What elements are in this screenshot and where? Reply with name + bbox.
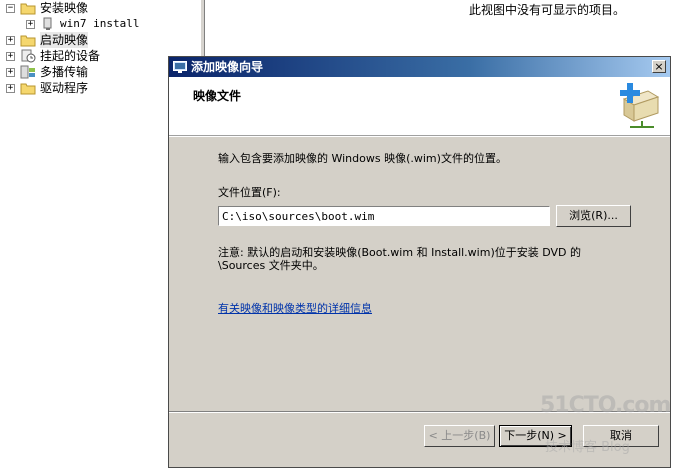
tree-item-win7-install[interactable]: + win7 install bbox=[26, 16, 139, 32]
image-group-icon bbox=[40, 17, 56, 31]
folder-icon bbox=[20, 1, 36, 15]
expand-icon[interactable]: + bbox=[26, 19, 35, 29]
title-bar[interactable]: 添加映像向导 × bbox=[169, 57, 670, 77]
instructions-text: 输入包含要添加映像的 Windows 映像(.wim)文件的位置。 bbox=[218, 152, 507, 165]
tree-item-label: win7 install bbox=[60, 17, 140, 30]
expand-icon[interactable]: + bbox=[6, 83, 15, 93]
tree-item-label: 驱动程序 bbox=[40, 81, 89, 95]
note-line-1: 注意: 默认的启动和安装映像(Boot.wim 和 Install.wim)位于… bbox=[218, 246, 582, 259]
site-watermark: 51CTO.com bbox=[540, 393, 671, 418]
note-text: 注意: 默认的启动和安装映像(Boot.wim 和 Install.wim)位于… bbox=[218, 246, 628, 272]
more-info-link[interactable]: 有关映像和映像类型的详细信息 bbox=[218, 300, 372, 316]
folder-icon bbox=[20, 81, 36, 95]
file-location-label: 文件位置(F): bbox=[218, 186, 281, 199]
page-title: 映像文件 bbox=[193, 89, 242, 103]
pending-devices-icon bbox=[20, 49, 36, 63]
collapse-icon[interactable]: − bbox=[6, 3, 15, 13]
tree-item-label: 安装映像 bbox=[40, 1, 89, 15]
tree-item-install-images[interactable]: − 安装映像 bbox=[6, 0, 88, 16]
expand-icon[interactable]: + bbox=[6, 67, 15, 77]
dialog-title: 添加映像向导 bbox=[191, 60, 264, 74]
wizard-app-icon bbox=[173, 60, 187, 73]
back-button[interactable]: < 上一步(B) bbox=[424, 425, 495, 447]
multicast-icon bbox=[20, 65, 36, 79]
expand-icon[interactable]: + bbox=[6, 35, 15, 45]
file-location-input[interactable] bbox=[218, 206, 550, 226]
tree-item-label: 多播传输 bbox=[40, 65, 89, 79]
wizard-header: 映像文件 bbox=[169, 77, 670, 136]
close-button[interactable]: × bbox=[652, 60, 666, 73]
site-watermark-subtitle: 技术博客 Blog bbox=[545, 440, 630, 455]
add-image-icon bbox=[614, 81, 660, 131]
expand-icon[interactable]: + bbox=[6, 51, 15, 61]
browse-button[interactable]: 浏览(R)... bbox=[556, 205, 631, 227]
tree-item-boot-images[interactable]: + 启动映像 bbox=[6, 32, 89, 48]
tree-item-multicast[interactable]: + 多播传输 bbox=[6, 64, 88, 80]
tree-item-drivers[interactable]: + 驱动程序 bbox=[6, 80, 88, 96]
note-line-2: \Sources 文件夹中。 bbox=[218, 259, 324, 272]
folder-icon bbox=[20, 33, 36, 47]
tree-item-label: 启动映像 bbox=[40, 32, 89, 48]
empty-list-message: 此视图中没有可显示的项目。 bbox=[469, 3, 626, 17]
header-divider bbox=[169, 136, 670, 137]
tree-item-pending-devices[interactable]: + 挂起的设备 bbox=[6, 48, 100, 64]
tree-item-label: 挂起的设备 bbox=[40, 49, 101, 63]
